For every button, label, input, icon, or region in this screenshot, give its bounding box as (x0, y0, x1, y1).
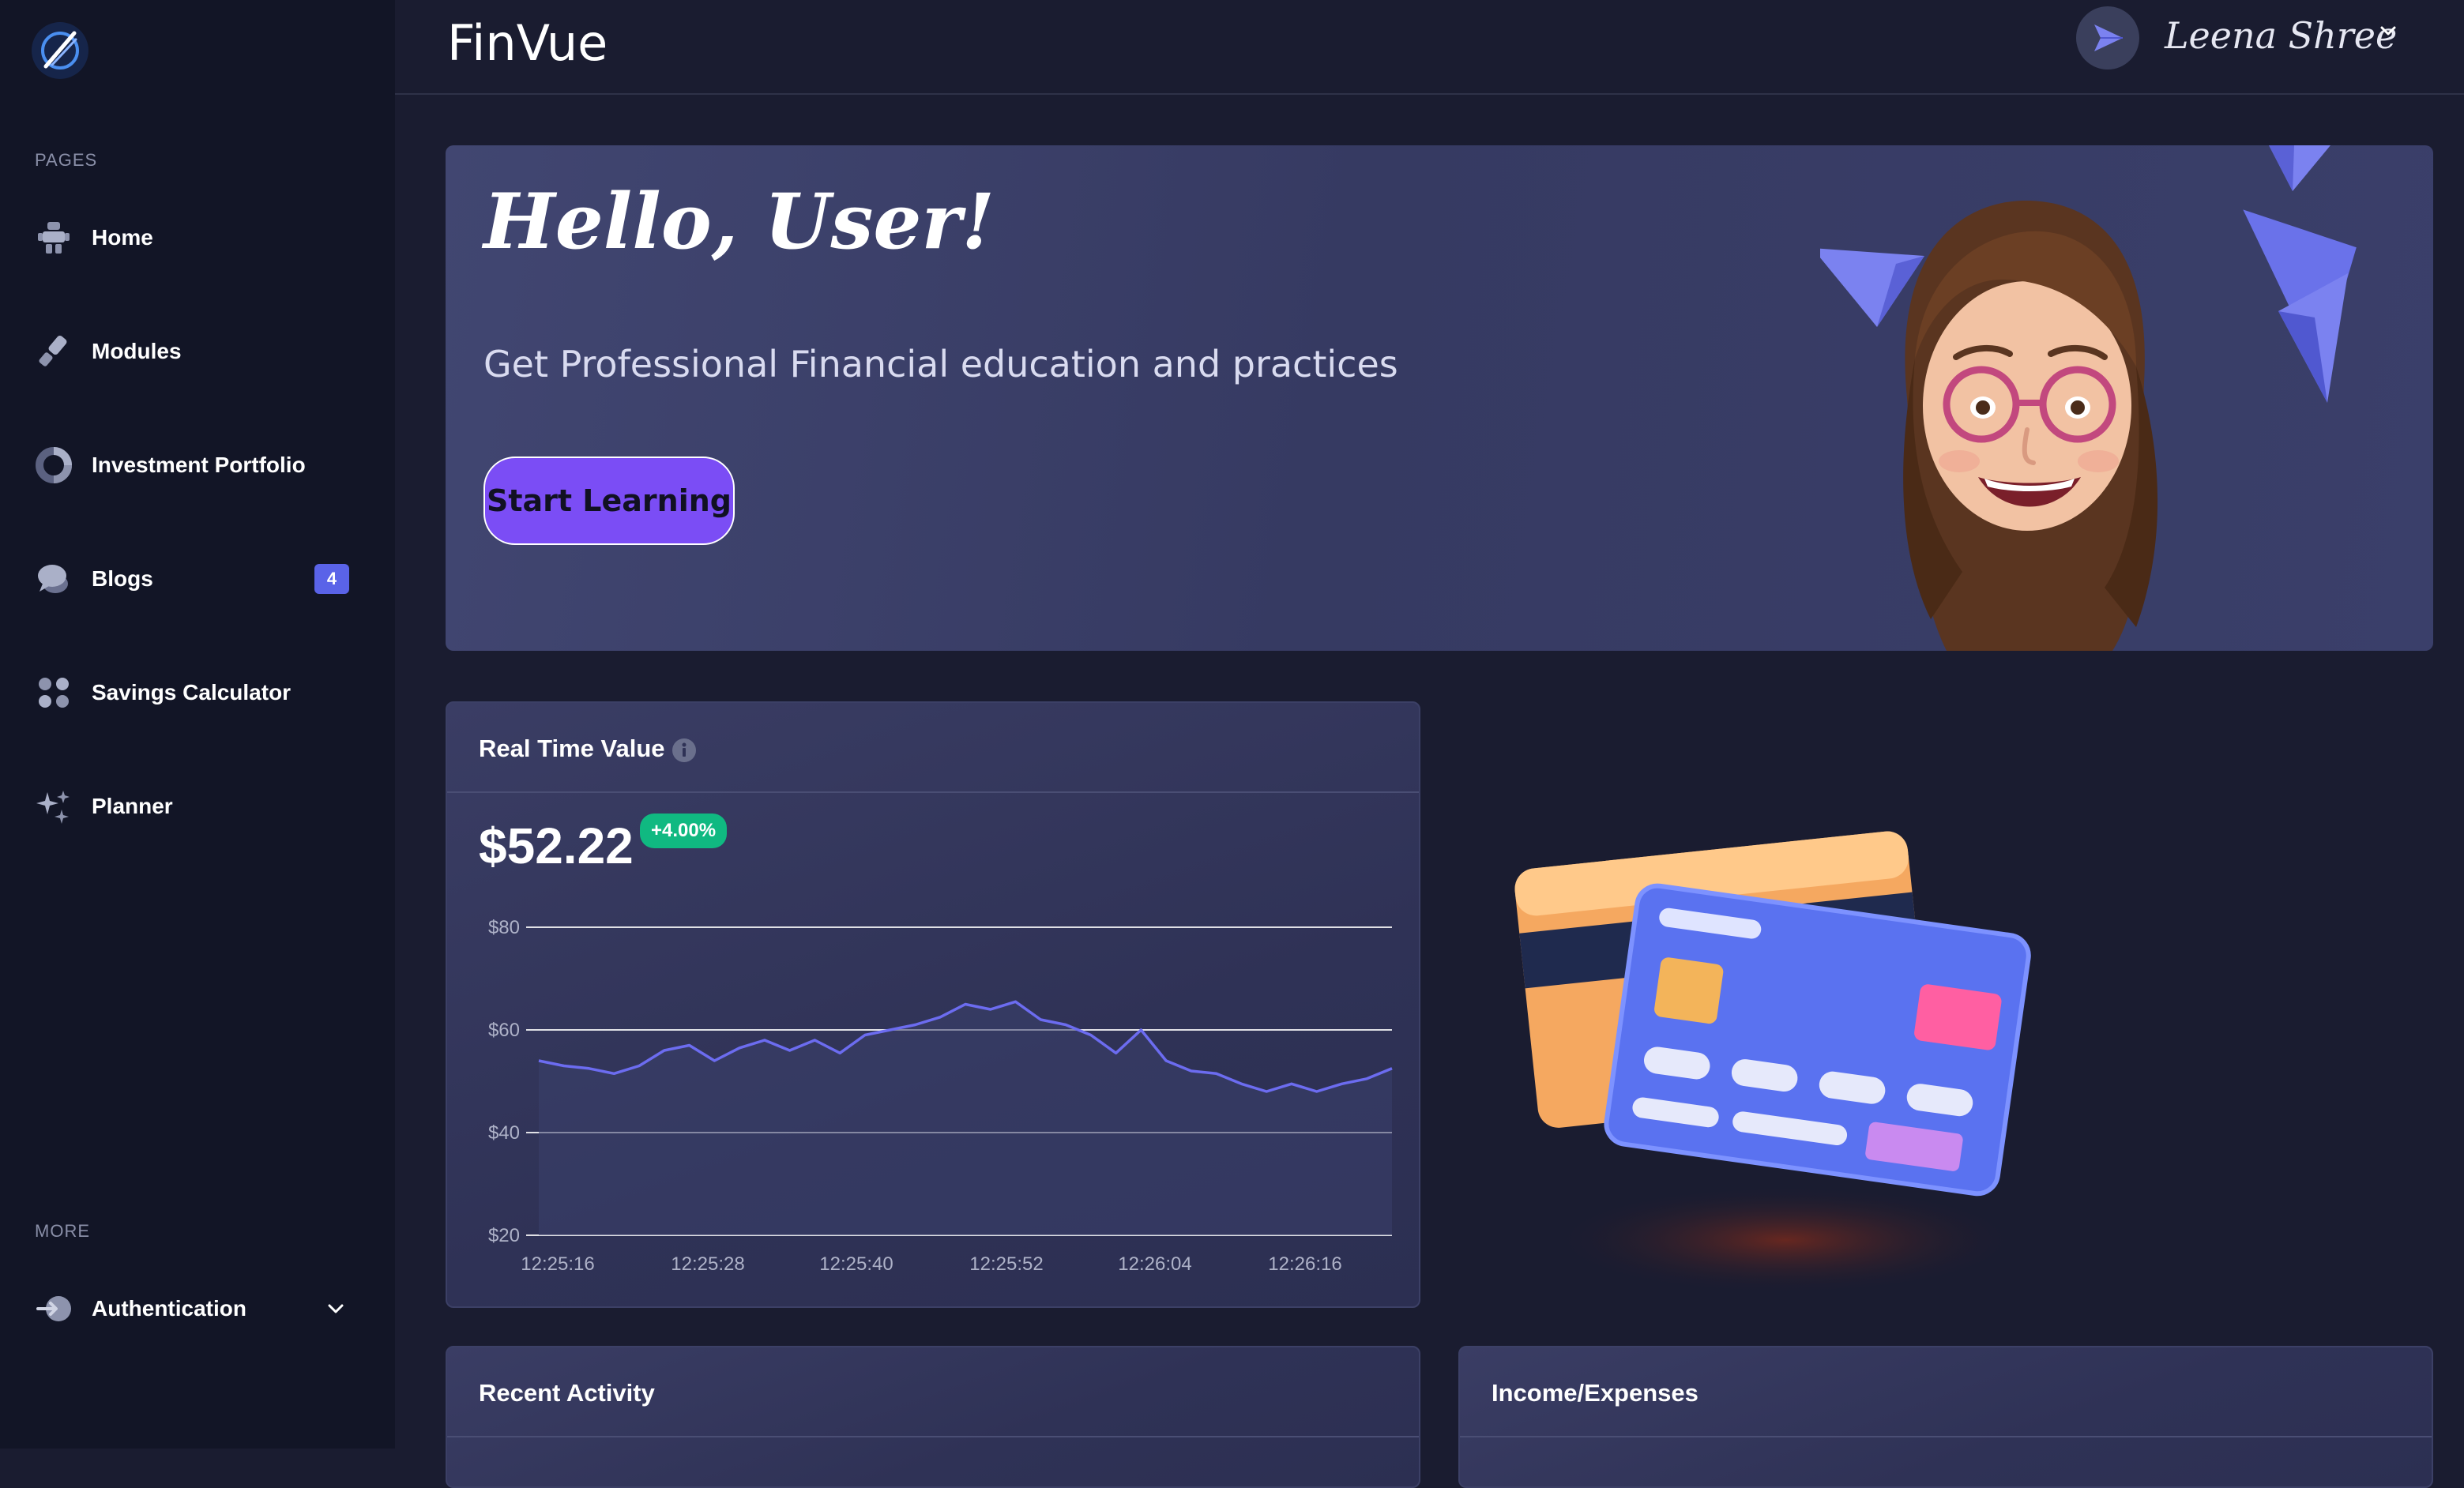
sidebar-item-planner[interactable]: Planner (32, 779, 363, 834)
top-header: FinVue Leena Shree (395, 0, 2464, 95)
series-area (539, 1001, 1392, 1235)
sidebar-item-authentication[interactable]: Authentication (32, 1281, 363, 1336)
calculator-icon (32, 671, 76, 715)
x-tick-label: 12:26:16 (1268, 1253, 1341, 1275)
x-tick-label: 12:25:28 (671, 1253, 744, 1275)
y-tick-label: $40 (488, 1122, 520, 1144)
y-tick-label: $20 (488, 1225, 520, 1246)
app-logo[interactable] (28, 19, 92, 82)
sidebar-item-label: Home (92, 225, 153, 250)
x-tick-label: 12:26:04 (1118, 1253, 1191, 1275)
sidebar-item-investment-portfolio[interactable]: Investment Portfolio (32, 438, 363, 493)
send-icon (2094, 24, 2123, 51)
real-time-chart: $20 $40 $60 $80 12:25:16 12:25:28 12:25:40 12:2… (488, 917, 1393, 1275)
card-title: Recent Activity (479, 1379, 655, 1407)
sidebar: PAGES Home Modules Investment Portfolio … (0, 0, 395, 1449)
home-icon (32, 216, 76, 260)
x-tick-label: 12:25:40 (819, 1253, 893, 1275)
y-tick-label: $60 (488, 1020, 520, 1041)
sidebar-item-label: Blogs (92, 566, 153, 591)
sidebar-item-modules[interactable]: Modules (32, 324, 363, 379)
portfolio-icon (32, 443, 76, 487)
memoji-illustration (1812, 145, 2373, 651)
x-tick-label: 12:25:16 (521, 1253, 594, 1275)
sidebar-item-label: Authentication (92, 1296, 246, 1321)
card-header: Recent Activity (447, 1347, 1419, 1437)
real-time-value-card: Real Time Value $52.22 +4.00% $20 $40 $60 $… (446, 701, 1420, 1308)
section-label-pages: PAGES (35, 150, 98, 170)
sidebar-item-label: Savings Calculator (92, 680, 292, 705)
income-expenses-card: Income/Expenses (1458, 1346, 2433, 1488)
section-label-more: MORE (35, 1221, 90, 1241)
user-name[interactable]: Leena Shree (2165, 14, 2397, 57)
card-title: Income/Expenses (1492, 1379, 1698, 1407)
avatar[interactable] (2076, 6, 2139, 70)
hero-banner: Hello, User! Get Professional Financial … (446, 145, 2433, 651)
card-header: Income/Expenses (1460, 1347, 2432, 1437)
page-title: FinVue (447, 14, 608, 72)
chevron-down-icon[interactable] (324, 1297, 348, 1321)
x-tick-label: 12:25:52 (969, 1253, 1043, 1275)
hero-greeting: Hello, User! (483, 177, 995, 266)
sidebar-item-savings-calculator[interactable]: Savings Calculator (32, 665, 363, 720)
chevron-down-icon[interactable] (2376, 19, 2400, 43)
modules-icon (32, 329, 76, 374)
credit-cards-illustration (1493, 790, 2046, 1295)
y-tick-label: $80 (488, 917, 520, 938)
sidebar-item-label: Planner (92, 794, 173, 818)
blogs-count-badge: 4 (314, 564, 349, 594)
sidebar-item-home[interactable]: Home (32, 210, 363, 265)
recent-activity-card: Recent Activity (446, 1346, 1420, 1488)
hero-subtitle: Get Professional Financial education and… (483, 343, 1398, 385)
start-learning-button[interactable]: Start Learning (483, 457, 735, 545)
planner-icon (32, 784, 76, 829)
sidebar-item-blogs[interactable]: Blogs 4 (32, 551, 363, 607)
sidebar-item-label: Modules (92, 339, 182, 363)
authentication-icon (32, 1287, 76, 1331)
sidebar-item-label: Investment Portfolio (92, 453, 306, 477)
blogs-icon (32, 557, 76, 601)
